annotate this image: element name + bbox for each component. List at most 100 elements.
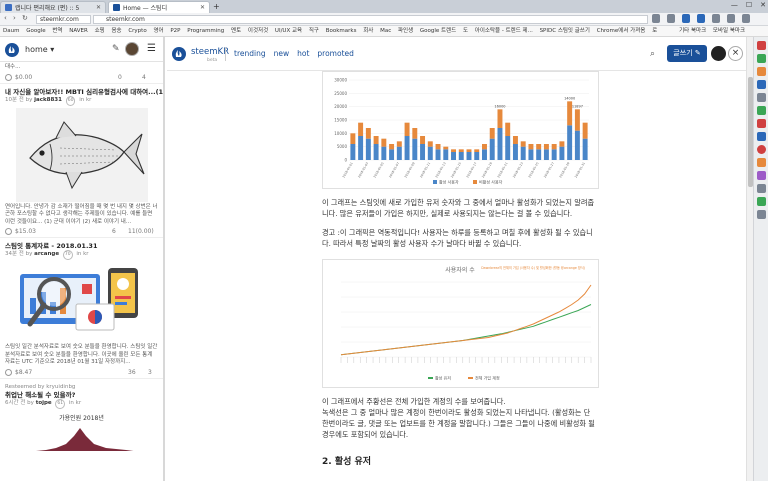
bookmark-item[interactable]: NAVER xyxy=(69,28,88,34)
bookmark-item[interactable]: 아이소탁블 - 트렌드 제... xyxy=(475,28,533,34)
other-bookmarks[interactable]: 기타 북마크 xyxy=(679,28,706,34)
side-tool-icon[interactable] xyxy=(756,158,766,167)
bookmark-item[interactable]: Bookmarks xyxy=(326,28,357,34)
side-tool-icon[interactable] xyxy=(756,106,766,115)
sidebar-toggle-icon[interactable] xyxy=(682,14,690,23)
tab-blog[interactable]: 랩니다 편리해요 (편) :: 5 ✕ xyxy=(0,1,106,13)
bookmark-item[interactable]: 도 xyxy=(463,28,468,34)
bookmark-item[interactable]: 쇼핑 xyxy=(95,28,105,34)
post-author[interactable]: jack8831 xyxy=(34,97,62,103)
post-author[interactable]: arcange xyxy=(34,251,59,257)
bookmark-item[interactable]: Programming xyxy=(187,28,224,34)
minimize-icon[interactable]: — xyxy=(731,1,738,9)
post-thumbnail[interactable] xyxy=(15,107,148,202)
upvote-icon[interactable] xyxy=(5,73,12,81)
bookmark-item[interactable]: Chrome에서 가져옴 xyxy=(597,28,646,34)
search-icon[interactable]: ⌕ xyxy=(650,49,655,59)
back-icon[interactable]: ‹ xyxy=(4,14,7,22)
tab-close-icon[interactable]: ✕ xyxy=(200,4,205,11)
bookmark-item[interactable]: 회사 xyxy=(363,28,373,34)
x-tick-label: 2018-01-17 xyxy=(465,161,477,178)
side-tool-icon[interactable] xyxy=(756,41,766,50)
post-byline: 34분 전 by arcange 70 in kr xyxy=(0,250,163,260)
tab-steemkr[interactable]: Home — 스팀디 ✕ xyxy=(108,1,210,13)
upvote-icon[interactable] xyxy=(5,368,12,376)
library-icon[interactable] xyxy=(667,14,675,23)
bookmark-item[interactable]: 번역 xyxy=(52,28,62,34)
close-icon[interactable]: × xyxy=(728,46,743,61)
bookmark-item[interactable]: Crypto xyxy=(128,28,146,34)
post-title[interactable]: 취업난 해소될 수 있을까? xyxy=(0,391,163,399)
nav-hot[interactable]: hot xyxy=(297,49,309,58)
post-thumbnail[interactable] xyxy=(15,262,148,342)
steem-logo-icon[interactable] xyxy=(5,43,19,57)
maximize-icon[interactable]: ☐ xyxy=(746,1,752,9)
extension-icon[interactable] xyxy=(712,14,720,23)
menu-icon[interactable] xyxy=(742,14,750,23)
side-tool-icon[interactable] xyxy=(756,54,766,63)
mobile-bookmarks[interactable]: 모바일 북마크 xyxy=(713,28,745,34)
nav-new[interactable]: new xyxy=(274,49,290,58)
side-tool-icon[interactable] xyxy=(756,67,766,76)
side-tool-icon[interactable] xyxy=(756,119,766,128)
side-tool-icon[interactable] xyxy=(756,80,766,89)
tab-close-icon[interactable]: ✕ xyxy=(96,4,101,11)
bookmark-item[interactable]: Google 트렌드 xyxy=(420,28,456,34)
list-item[interactable]: 내 자신을 알아보자!! MBTI 심리유형검사에 대하여...(1) 10분 … xyxy=(0,84,163,238)
avatar[interactable] xyxy=(125,42,139,56)
bookmark-item[interactable]: 멘토 xyxy=(231,28,241,34)
bookmark-item[interactable]: Google xyxy=(26,28,45,34)
steem-logo-icon[interactable] xyxy=(172,47,186,61)
bookmark-item[interactable]: SPIDC 스팀잇 글쓰기 xyxy=(540,28,590,34)
post-category[interactable]: in kr xyxy=(79,97,91,103)
post-title[interactable]: 내 자신을 알아보자!! MBTI 심리유형검사에 대하여...(1) xyxy=(0,88,163,96)
side-tool-icon[interactable] xyxy=(756,145,766,154)
bookmark-item[interactable]: 로 xyxy=(652,28,657,34)
list-item[interactable]: Resteemed by kryuidinbg 취업난 해소될 수 있을까? 6… xyxy=(0,379,163,451)
bookmark-item[interactable]: UI/UX 교육 xyxy=(275,28,302,34)
upvote-icon[interactable] xyxy=(5,228,12,235)
bookmark-item[interactable]: 영어 xyxy=(153,28,163,34)
side-tool-icon[interactable] xyxy=(756,132,766,141)
side-tool-icon[interactable] xyxy=(756,171,766,180)
post-comments[interactable]: 3 xyxy=(148,369,152,376)
forward-icon[interactable]: › xyxy=(13,14,16,22)
post-thumbnail[interactable]: 가용인원 2018년 xyxy=(15,410,148,451)
side-tool-icon[interactable] xyxy=(756,93,766,102)
profile-icon[interactable] xyxy=(727,14,735,23)
side-tool-icon[interactable] xyxy=(756,197,766,206)
new-tab-icon[interactable]: + xyxy=(213,2,220,11)
bookmark-item[interactable]: P2P xyxy=(170,28,180,34)
post-category[interactable]: in kr xyxy=(69,400,81,406)
post-comments[interactable]: 11(0.00) xyxy=(128,228,154,235)
bookmark-item[interactable]: Daum xyxy=(3,28,19,34)
download-icon[interactable] xyxy=(652,14,660,23)
bookmark-item[interactable]: Mac xyxy=(380,28,391,34)
home-dropdown[interactable]: home ▾ xyxy=(25,45,54,54)
side-tool-icon[interactable] xyxy=(756,184,766,193)
post-author[interactable]: tojpe xyxy=(36,400,52,406)
post-comments[interactable]: 4 xyxy=(142,74,146,81)
page-scrollbar[interactable] xyxy=(746,37,753,481)
nav-trending[interactable]: trending xyxy=(234,49,266,58)
pencil-icon[interactable]: ✎ xyxy=(112,44,120,54)
side-tool-icon[interactable] xyxy=(756,210,766,219)
hamburger-menu-icon[interactable]: ☰ xyxy=(147,43,156,54)
bar xyxy=(466,149,472,152)
post-title[interactable]: 스팀잇 통계자료 - 2018.01.31 xyxy=(0,242,163,250)
post-category[interactable]: in kr xyxy=(76,251,88,257)
bookmark-item[interactable]: 음송 xyxy=(111,28,121,34)
nav-promoted[interactable]: promoted xyxy=(317,49,353,58)
bookmark-item[interactable]: 파인생 xyxy=(398,28,413,34)
reload-icon[interactable]: ↻ xyxy=(22,14,28,22)
list-item[interactable]: 스팀잇 통계자료 - 2018.01.31 34분 전 by arcange 7… xyxy=(0,238,163,379)
site-brand[interactable]: steemKR xyxy=(191,47,229,57)
bookmark-item[interactable]: 직구 xyxy=(309,28,319,34)
close-window-icon[interactable]: ✕ xyxy=(760,1,766,9)
sidebar-address-field[interactable]: steemkr.com xyxy=(36,15,91,24)
bookmark-item[interactable]: 이것저것 xyxy=(248,28,268,34)
address-bar[interactable]: steemkr.com xyxy=(93,15,648,24)
write-post-button[interactable]: 글쓰기 ✎ xyxy=(667,45,707,62)
reader-icon[interactable] xyxy=(697,14,705,23)
avatar[interactable] xyxy=(711,46,726,61)
